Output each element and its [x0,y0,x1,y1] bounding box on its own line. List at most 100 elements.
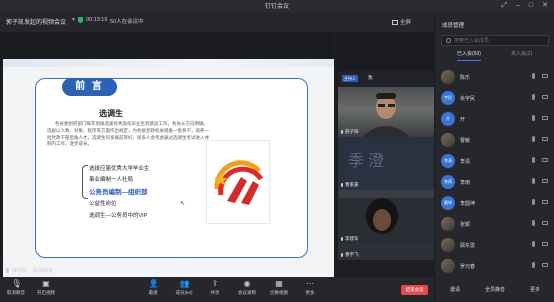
list-brace [82,165,88,199]
host-badge: 主持人 [342,75,358,82]
more-icon: ⋯ [306,279,314,288]
window-title: 钉钉会议 [264,4,289,10]
camera-icon[interactable] [542,263,548,267]
mic-icon[interactable] [532,157,535,163]
member-row[interactable]: 李雨 李雨 [435,172,554,192]
camera-icon[interactable] [542,200,548,204]
speaker-name: 薛子阳 [12,268,28,274]
mic-icon[interactable] [532,178,535,184]
video-watermark: 季澄 [348,151,389,170]
avatar [441,259,455,273]
meeting-info-bar: 郭子凯发起的视频会议 ▼ 00:13:19 50人在会议中 全屏 [0,12,434,32]
members-button[interactable]: 👥 成员(54) [169,279,199,296]
member-row[interactable]: 宇民 余宇民 [435,88,554,108]
member-row[interactable]: 顾东雷 [435,235,554,255]
logo-mark [214,160,264,205]
members-panel: 成员管理 已入会(50) 未入会(2) 陈乐 宇民 余宇民 开 开 曹敏 [434,12,554,302]
slide-header-band [3,59,334,67]
mic-icon[interactable] [532,262,535,268]
video-tile[interactable]: 季澄 曹家豪 [338,137,434,190]
search-input[interactable] [454,37,546,45]
minimize-icon[interactable]: – [516,1,520,10]
shared-screen: 前 言 选调生 各省委组织部门每年划拨选拔优秀高校毕业生到基层工作，各省从方向明… [0,32,334,281]
meeting-window: 钉钉会议 ⤢ – □ ✕ 郭子凯发起的视频会议 ▼ 00:13:19 50人在会… [0,0,554,302]
member-row[interactable]: 开 开 [435,109,554,129]
member-search[interactable] [441,35,549,46]
members-icon: 👥 [179,279,190,288]
restore-icon[interactable]: ⤢ [501,1,507,10]
camera-icon[interactable] [542,242,548,246]
member-name: 开 [460,117,466,123]
mic-icon[interactable] [532,115,535,121]
camera-icon[interactable] [542,158,548,162]
member-row[interactable]: 罗元春 [435,256,554,276]
camera-icon[interactable] [542,95,548,99]
member-row[interactable]: 圆坤 李圆坤 [435,193,554,213]
meeting-toolbar: 🎙 取消静音 ▣ 开启视频 👤 邀请 👥 成员(54) ⇪ 共享 ◉ 会议录制 ▦ 切换视图 … [0,277,434,302]
slide-heading: 前 言 [62,78,117,96]
host-name: 我 [368,75,373,80]
fullscreen-button[interactable]: 全屏 [392,18,411,26]
video-tile[interactable]: 李建军 [338,190,434,244]
layout-button[interactable]: ▦ 切换视图 [264,279,294,296]
mic-icon[interactable] [532,94,535,100]
slide: 前 言 选调生 各省委组织部门每年划拨选拔优秀高校毕业生到基层工作，各省从方向明… [3,59,334,281]
member-name: 罗元春 [460,264,476,270]
mic-icon[interactable] [532,136,535,142]
mute-all-button[interactable]: 全员静音 [475,278,515,302]
mic-icon[interactable] [532,73,535,79]
window-controls: ⤢ – □ ✕ [501,1,548,10]
camera-icon: ▣ [42,279,50,288]
shield-icon[interactable] [78,17,83,23]
close-icon[interactable]: ✕ [542,1,548,10]
video-tile[interactable]: 薛子阳 [338,87,434,137]
mic-icon[interactable] [532,199,535,205]
participant-name: 曹家豪 [341,182,359,188]
mute-button[interactable]: 🎙 取消静音 [1,279,31,296]
mic-icon[interactable] [532,241,535,247]
video-tile-host[interactable]: 主持人 我 [338,71,434,87]
more-button[interactable]: ⋯ 更多 [295,279,325,296]
maximize-icon[interactable]: □ [529,1,533,10]
record-button[interactable]: ◉ 会议录制 [232,279,262,296]
members-title: 成员管理 [442,23,465,29]
member-row[interactable]: 曹敏 [435,130,554,150]
tab-not-joined[interactable]: 未入会(2) [511,50,532,57]
more-button[interactable]: 更多 [515,278,554,302]
member-row[interactable]: 张颖 [435,214,554,234]
member-tabs: 已入会(50) 未入会(2) [435,50,554,62]
chevron-down-icon[interactable]: ▼ [71,17,76,23]
meeting-timer: 00:13:19 [86,17,108,23]
list-item: 事业编制一人社局 [89,177,134,183]
meeting-title[interactable]: 郭子凯发起的视频会议 [6,17,66,26]
camera-icon[interactable] [542,116,548,120]
invite-button[interactable]: 邀请 [435,278,475,302]
share-button[interactable]: ⇪ 共享 [200,279,230,296]
title-bar: 钉钉会议 ⤢ – □ ✕ [0,0,554,12]
member-row[interactable]: 李清 李清 [435,151,554,171]
tab-joined[interactable]: 已入会(50) [457,50,481,57]
mic-icon[interactable] [532,220,535,226]
unmute-label[interactable]: 取消静音 [33,268,53,274]
end-meeting-button[interactable]: 结束会议 [401,285,428,295]
member-row[interactable]: 陈乐 [435,67,554,87]
mic-icon [341,237,343,241]
camera-icon[interactable] [542,179,548,183]
list-item: 公务员编制—组织部 [89,189,148,196]
share-icon: ⇪ [211,279,219,288]
member-name: 李清 [460,159,471,165]
camera-icon[interactable] [542,221,548,225]
avatar: 李清 [441,154,455,168]
jiangyi-logo [206,140,270,224]
member-name: 顾东雷 [460,243,476,249]
invite-button[interactable]: 👤 邀请 [138,279,168,296]
avatar [441,238,455,252]
slide-paragraph: 各省委组织部门每年划拨选拔优秀高校毕业生到基层工作，各省从方向明确、选拔以人数、… [47,121,209,147]
video-tile[interactable]: 曹宇飞 [338,244,434,260]
camera-icon[interactable] [542,137,548,141]
camera-icon[interactable] [542,74,548,78]
member-name: 李雨 [460,180,471,186]
participant-name: 薛子阳 [341,129,359,135]
layout-icon: ▦ [275,279,283,288]
video-button[interactable]: ▣ 开启视频 [31,279,61,296]
